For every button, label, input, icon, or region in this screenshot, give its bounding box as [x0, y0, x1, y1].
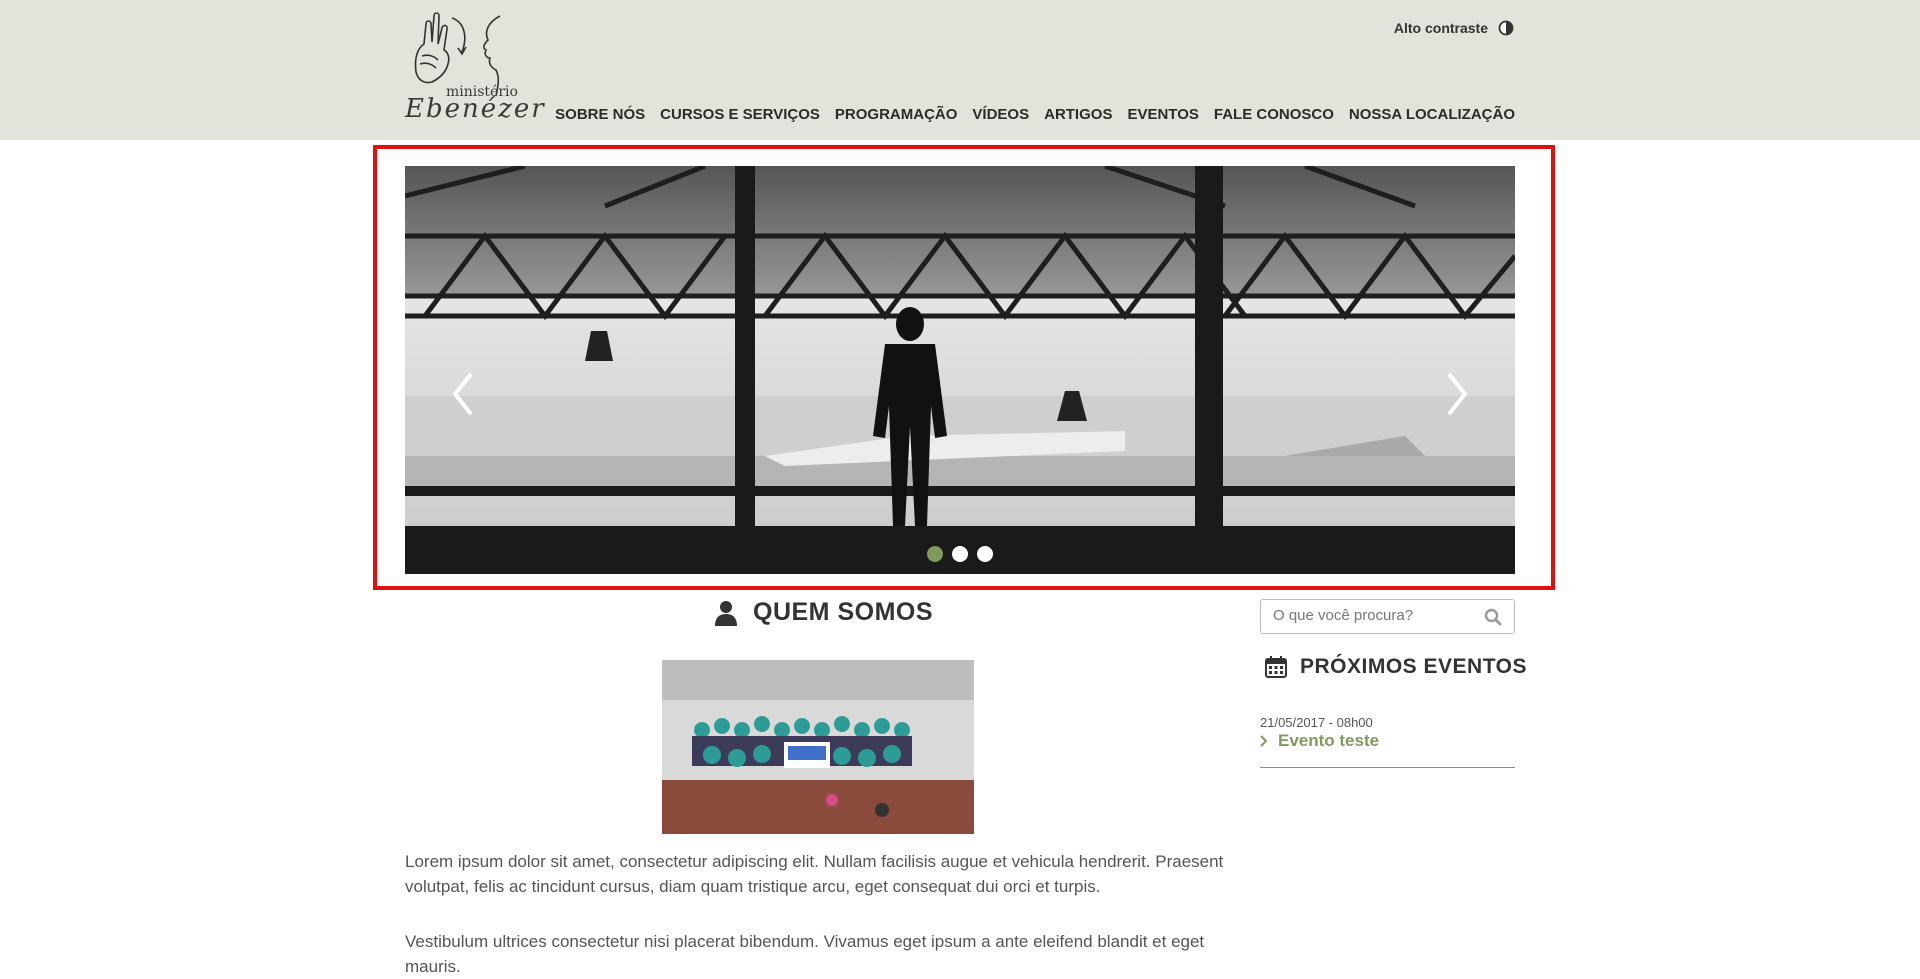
contrast-icon	[1498, 20, 1514, 36]
nav-item-cursos-servicos[interactable]: CURSOS E SERVIÇOS	[660, 106, 820, 123]
nav-item-nossa-localizacao[interactable]: NOSSA LOCALIZAÇÃO	[1349, 106, 1515, 123]
site-header: ministério Ebenézer Alto contraste SOBRE…	[0, 0, 1920, 140]
carousel-dot-1[interactable]	[927, 546, 943, 562]
hero-carousel[interactable]	[405, 166, 1515, 574]
nav-item-programacao[interactable]: PROGRAMAÇÃO	[835, 106, 958, 123]
chevron-right-icon	[1260, 735, 1268, 747]
events-heading: PRÓXIMOS EVENTOS	[1264, 655, 1527, 679]
main-nav: SOBRE NÓS CURSOS E SERVIÇOS PROGRAMAÇÃO …	[555, 106, 1515, 123]
event-link[interactable]: Evento teste	[1260, 731, 1379, 751]
carousel-next-button[interactable]	[1437, 364, 1477, 424]
user-icon	[715, 600, 737, 626]
event-date: 21/05/2017 - 08h00	[1260, 715, 1373, 730]
carousel-indicators	[405, 546, 1515, 562]
about-paragraph-1: Lorem ipsum dolor sit amet, consectetur …	[405, 852, 1224, 896]
chevron-right-icon	[1447, 372, 1468, 416]
team-photo	[662, 660, 974, 834]
search-input[interactable]	[1261, 600, 1485, 631]
nav-item-sobre-nos[interactable]: SOBRE NÓS	[555, 106, 645, 123]
logo-text-bottom: Ebenézer	[405, 94, 546, 124]
nav-item-videos[interactable]: VÍDEOS	[972, 106, 1029, 123]
section-heading: QUEM SOMOS	[715, 598, 933, 627]
nav-item-fale-conosco[interactable]: FALE CONOSCO	[1214, 106, 1334, 123]
carousel-dot-3[interactable]	[977, 546, 993, 562]
calendar-icon	[1265, 656, 1287, 678]
events-title: PRÓXIMOS EVENTOS	[1300, 655, 1527, 678]
about-paragraph-2: Vestibulum ultrices consectetur nisi pla…	[405, 932, 1205, 976]
nav-item-artigos[interactable]: ARTIGOS	[1044, 106, 1112, 123]
high-contrast-label: Alto contraste	[1393, 20, 1488, 36]
carousel-prev-button[interactable]	[443, 364, 483, 424]
event-title: Evento teste	[1278, 731, 1380, 750]
nav-item-eventos[interactable]: EVENTOS	[1127, 106, 1198, 123]
section-title: QUEM SOMOS	[753, 598, 934, 626]
search-icon[interactable]	[1484, 608, 1502, 626]
search-box	[1260, 599, 1515, 634]
event-divider	[1260, 767, 1515, 768]
carousel-dot-2[interactable]	[952, 546, 968, 562]
chevron-left-icon	[452, 372, 473, 416]
carousel-slide-image	[405, 166, 1515, 574]
high-contrast-toggle[interactable]: Alto contraste	[1394, 20, 1514, 36]
